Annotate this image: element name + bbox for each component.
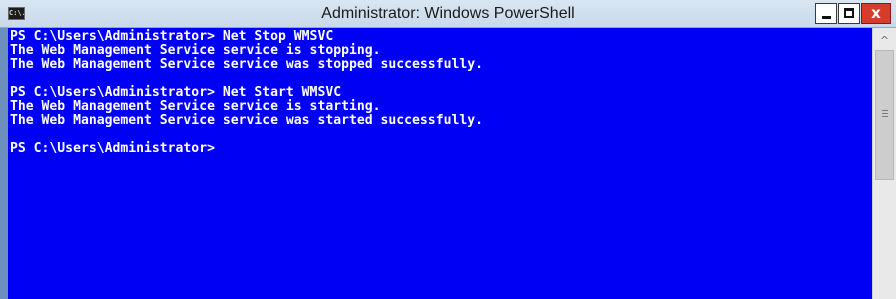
console-line: The Web Management Service service is st… bbox=[10, 43, 381, 58]
console-line: The Web Management Service service is st… bbox=[10, 99, 381, 114]
minimize-icon bbox=[822, 16, 831, 19]
console-line: The Web Management Service service was s… bbox=[10, 113, 483, 128]
scroll-thumb-grip-icon bbox=[882, 116, 888, 117]
minimize-button[interactable] bbox=[815, 3, 837, 24]
window-title: Administrator: Windows PowerShell bbox=[321, 5, 575, 22]
maximize-button[interactable] bbox=[838, 3, 860, 24]
console-line: The Web Management Service service was s… bbox=[10, 57, 483, 72]
close-button[interactable]: x bbox=[861, 3, 891, 24]
console-prompt[interactable]: PS C:\Users\Administrator> bbox=[10, 142, 872, 156]
close-icon: x bbox=[871, 4, 881, 22]
scroll-thumb-grip-icon bbox=[882, 110, 888, 111]
title-bar[interactable]: C:\. Administrator: Windows PowerShell x bbox=[0, 0, 896, 28]
scroll-thumb-grip-icon bbox=[882, 113, 888, 114]
console-line: PS C:\Users\Administrator> Net Start WMS… bbox=[10, 85, 342, 100]
console-output[interactable]: PS C:\Users\Administrator> Net Stop WMSV… bbox=[8, 28, 872, 299]
powershell-window: C:\. Administrator: Windows PowerShell x… bbox=[0, 0, 896, 299]
console-line: PS C:\Users\Administrator> Net Stop WMSV… bbox=[10, 29, 334, 44]
vertical-scrollbar[interactable]: ^ bbox=[872, 28, 896, 299]
maximize-icon bbox=[844, 8, 854, 18]
scroll-thumb[interactable] bbox=[875, 50, 894, 180]
scroll-up-arrow-icon[interactable]: ^ bbox=[873, 28, 896, 50]
